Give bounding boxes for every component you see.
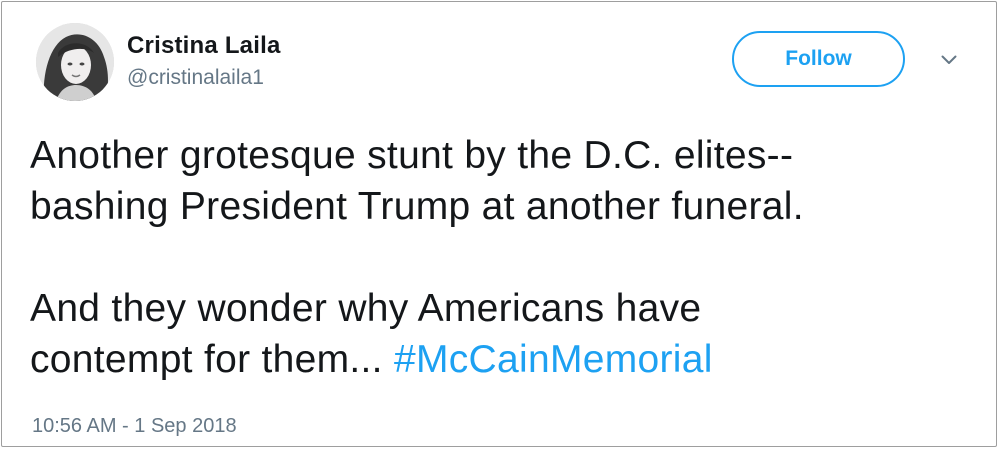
- tweet-text-line-4: contempt for them... #McCainMemorial: [30, 334, 990, 385]
- tweet-text-line-3: And they wonder why Americans have: [30, 287, 702, 330]
- tweet-text-line-1: Another grotesque stunt by the D.C. elit…: [30, 134, 794, 177]
- tweet-text: Another grotesque stunt by the D.C. elit…: [30, 130, 990, 385]
- paragraph-break: [30, 232, 990, 283]
- author-handle[interactable]: @cristinalaila1: [127, 66, 264, 90]
- tweet-text-line-4-text: contempt for them...: [30, 338, 394, 381]
- hashtag-link[interactable]: #McCainMemorial: [394, 338, 713, 381]
- tweet-text-line-2: bashing President Trump at another funer…: [30, 185, 804, 228]
- follow-button[interactable]: Follow: [732, 31, 905, 87]
- avatar[interactable]: [36, 23, 114, 101]
- tweet-timestamp[interactable]: 10:56 AM - 1 Sep 2018: [32, 415, 237, 438]
- tweet-card: Cristina Laila @cristinalaila1 Follow An…: [1, 1, 997, 447]
- more-options-button[interactable]: [935, 49, 963, 71]
- avatar-image: [36, 23, 114, 101]
- author-name[interactable]: Cristina Laila: [127, 32, 281, 60]
- chevron-down-icon: [941, 55, 957, 64]
